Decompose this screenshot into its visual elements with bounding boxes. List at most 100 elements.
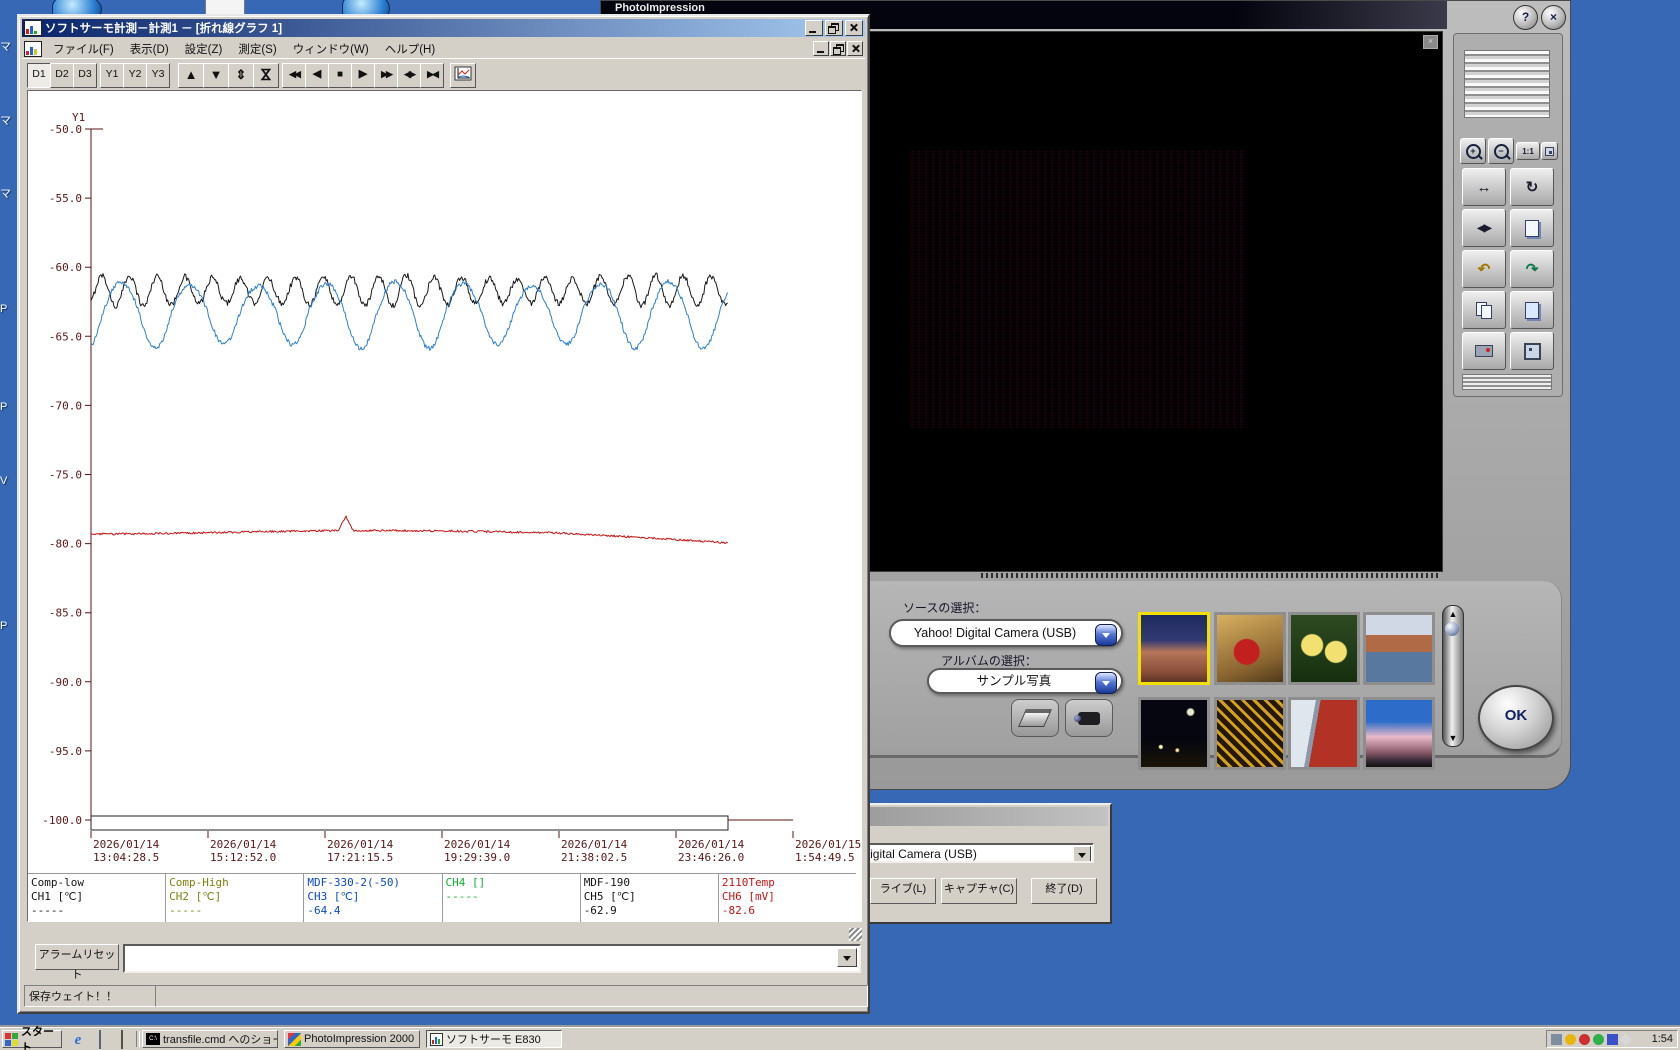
thumbnail[interactable] [1363, 697, 1435, 770]
tray-display-icon[interactable] [1607, 1033, 1618, 1045]
rotate-button[interactable]: ↻ [1510, 168, 1554, 206]
close-button[interactable]: × [1541, 5, 1566, 30]
thumbnail[interactable] [1214, 612, 1286, 685]
paste-button[interactable] [1510, 291, 1554, 329]
exit-button[interactable]: 終了(D) [1031, 878, 1097, 904]
tray-utility-icon[interactable] [1619, 1032, 1632, 1046]
desktop-icon-fragment[interactable]: P [0, 620, 7, 632]
source-select-dropdown[interactable]: Yahoo! Digital Camera (USB) [889, 619, 1123, 647]
chevron-down-icon[interactable] [1095, 672, 1117, 694]
stop-button[interactable]: ■ [328, 63, 352, 88]
quicklaunch-mail[interactable] [92, 1030, 108, 1049]
desktop-icon-fragment[interactable]: V [0, 475, 7, 487]
fast-forward-button[interactable]: ▶▶ [374, 63, 398, 88]
scroll-down-icon[interactable]: ▼ [1443, 733, 1463, 743]
copy-button[interactable] [1462, 291, 1506, 329]
menu-help[interactable]: ヘルプ(H) [377, 39, 443, 59]
redo-button[interactable]: ↷ [1510, 250, 1554, 288]
thumbnail[interactable] [1214, 697, 1286, 770]
thumbnail[interactable] [1288, 612, 1360, 685]
svg-text:2026/01/14: 2026/01/14 [444, 838, 511, 851]
tray-alert-icon[interactable] [1579, 1033, 1590, 1045]
toolbar-d1[interactable]: D1 [27, 63, 51, 88]
flip-button[interactable]: ◀▶ [1462, 209, 1506, 247]
step-forward-button[interactable]: ▶ [351, 63, 375, 88]
menu-window[interactable]: ウィンドウ(W) [285, 39, 377, 59]
expand-vertical-button[interactable]: ⇕ [228, 63, 254, 88]
tray-ime-icon[interactable] [1551, 1033, 1562, 1045]
tray-status-icon[interactable] [1565, 1033, 1576, 1045]
thumbnail[interactable] [1363, 612, 1435, 685]
quicklaunch-ie[interactable]: e [70, 1031, 86, 1048]
scroll-up-button[interactable]: ▲ [178, 63, 204, 88]
acquire-camera-button[interactable] [1065, 699, 1113, 737]
desktop-icon-fragment[interactable]: P [0, 401, 7, 413]
help-button[interactable]: ? [1513, 5, 1538, 30]
mdi-close-button[interactable] [847, 41, 863, 56]
scroll-down-button[interactable]: ▼ [203, 63, 229, 88]
start-button[interactable]: スタート [2, 1026, 62, 1050]
chevron-down-icon[interactable] [837, 948, 857, 967]
compress-vertical-button[interactable]: ⋈ [253, 63, 279, 88]
desktop-icon-fragment[interactable]: マ [0, 185, 11, 201]
scroll-up-icon[interactable]: ▲ [1443, 609, 1463, 619]
thumbnail-scrollbar[interactable]: ▲ ▼ [1442, 605, 1464, 747]
svg-text:-100.0: -100.0 [42, 814, 82, 827]
restore-button[interactable] [825, 20, 843, 36]
rotate-icon: ↻ [1525, 179, 1539, 196]
desktop-icon-fragment[interactable]: マ [0, 112, 11, 128]
thumbnail[interactable] [1288, 697, 1360, 770]
view-mode-button[interactable] [1541, 142, 1558, 160]
undo-button[interactable]: ↶ [1462, 250, 1506, 288]
toolbar-d3[interactable]: D3 [73, 63, 97, 88]
toolbar-y2[interactable]: Y2 [123, 63, 147, 88]
graph-setup-button[interactable] [450, 63, 476, 88]
tray-network-icon[interactable] [1593, 1033, 1604, 1045]
mdi-restore-button[interactable] [830, 41, 846, 56]
mdi-minimize-button[interactable] [813, 41, 829, 56]
desktop-icon-fragment[interactable]: マ [0, 38, 11, 54]
desktop-icon-fragment[interactable]: P [0, 303, 7, 315]
preview-close-icon[interactable]: × [1423, 35, 1438, 49]
start-label: スタート [21, 1026, 54, 1050]
new-page-button[interactable] [1510, 209, 1554, 247]
live-button[interactable]: ライブ(L) [870, 878, 936, 904]
actual-size-button[interactable]: 1:1 [1516, 142, 1540, 160]
task-photoimpression[interactable]: PhotoImpression 2000 [284, 1030, 420, 1048]
compress-horizontal-button[interactable]: ▶◀ [420, 63, 444, 88]
menu-file[interactable]: ファイル(F) [45, 39, 122, 59]
thumbnail[interactable] [1138, 697, 1210, 770]
toolbar-y3[interactable]: Y3 [146, 63, 170, 88]
acquire-scanner-button[interactable] [1011, 699, 1059, 737]
quicklaunch-desktop[interactable] [114, 1030, 130, 1049]
toolbar-y1[interactable]: Y1 [100, 63, 124, 88]
expand-horizontal-button[interactable]: ◀▶ [397, 63, 421, 88]
menu-view[interactable]: 表示(D) [122, 39, 177, 59]
resize-button[interactable]: ↔ [1462, 168, 1506, 206]
menu-settings[interactable]: 設定(Z) [177, 39, 231, 59]
resize-grip[interactable] [849, 928, 862, 941]
menu-measure[interactable]: 測定(S) [230, 39, 284, 59]
properties-button[interactable] [1510, 332, 1554, 370]
album-select-dropdown[interactable]: サンプル写真 [927, 668, 1123, 694]
thumbnail-selected[interactable] [1138, 612, 1210, 685]
message-combobox[interactable] [123, 944, 861, 973]
zoom-in-button[interactable]: + [1460, 138, 1486, 164]
chevron-down-icon[interactable] [1095, 624, 1117, 646]
toolbar-d2[interactable]: D2 [50, 63, 74, 88]
fast-rewind-button[interactable]: ◀◀ [282, 63, 306, 88]
minimize-button[interactable] [805, 20, 823, 36]
capture-button[interactable]: キャプチャ(C) [941, 878, 1017, 904]
alarm-reset-button[interactable]: アラームリセット [35, 944, 119, 981]
legend-ch6: 2110Temp CH6 [mV] -82.6 [721, 876, 775, 917]
task-softthermo-active[interactable]: ソフトサーモ E830 [426, 1030, 562, 1048]
chevron-down-icon[interactable] [1073, 846, 1091, 861]
scrollbar-thumb[interactable] [1445, 622, 1459, 636]
step-back-button[interactable]: ◀ [305, 63, 329, 88]
close-button[interactable] [845, 20, 863, 36]
task-transfile[interactable]: C:\ transfile.cmd へのショート... [142, 1030, 278, 1048]
titlebar[interactable]: ソフトサーモ計測－計測1 － [折れ線グラフ 1] [22, 19, 865, 37]
print-button[interactable] [1462, 332, 1506, 370]
ok-button[interactable]: OK [1478, 685, 1554, 751]
zoom-out-button[interactable]: − [1488, 138, 1514, 164]
